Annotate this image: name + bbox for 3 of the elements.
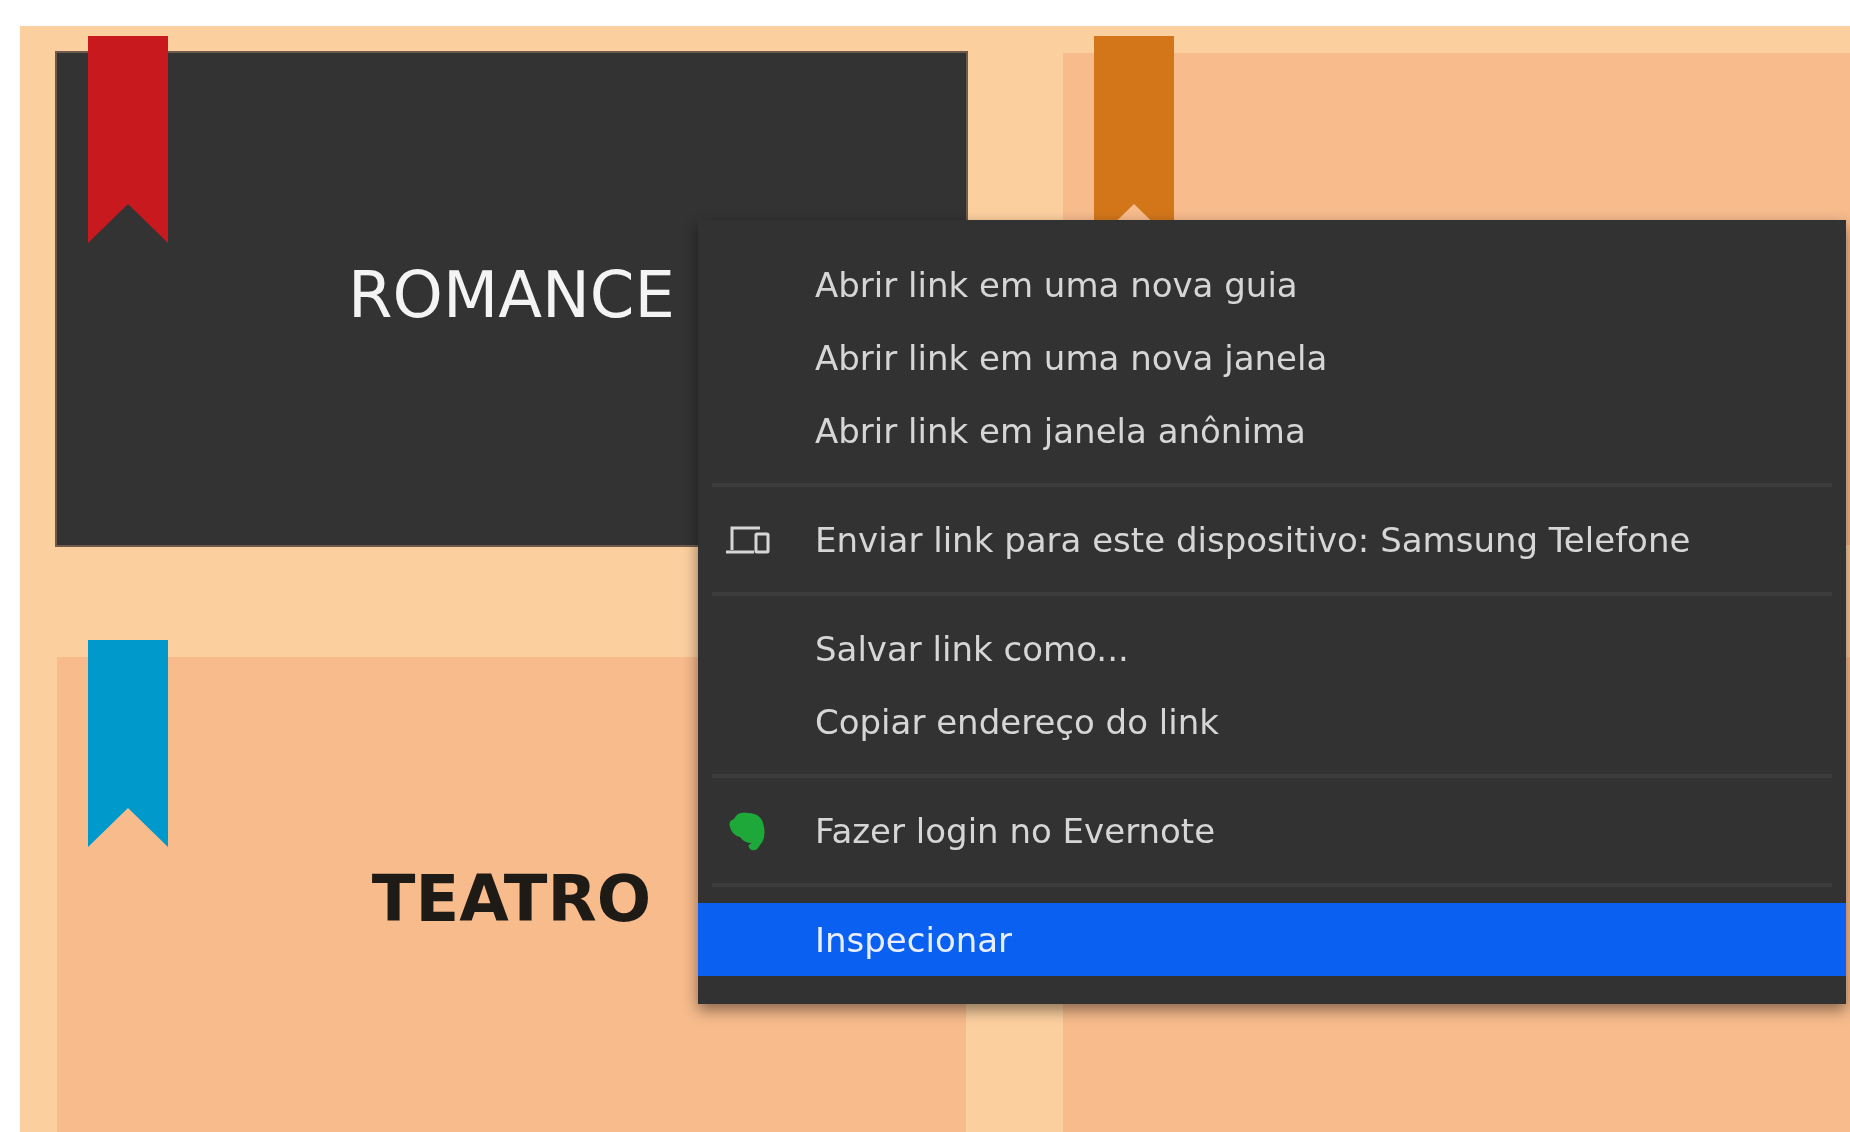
category-title: TEATRO — [371, 862, 652, 936]
category-title: ROMANCE — [348, 258, 675, 332]
menu-item[interactable]: Inspecionar — [698, 903, 1846, 976]
